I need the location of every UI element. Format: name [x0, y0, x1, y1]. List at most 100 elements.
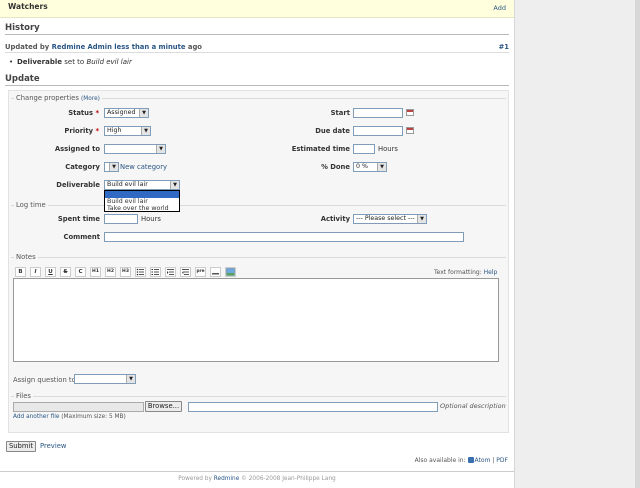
files-legend: Files	[14, 392, 33, 400]
deliverable-select[interactable]: Build evil lair ▼	[104, 180, 180, 190]
add-watcher-link[interactable]: Add	[493, 4, 506, 12]
chevron-down-icon: ▼	[126, 375, 135, 383]
assigned-to-label: Assigned to	[54, 145, 100, 153]
image-icon[interactable]	[225, 267, 236, 277]
log-time-fieldset: Log time	[11, 201, 506, 250]
chevron-down-icon: ▼	[139, 109, 148, 117]
preview-link[interactable]: Preview	[40, 442, 66, 450]
journal-author-link[interactable]: Redmine Admin	[52, 43, 112, 51]
assigned-to-select[interactable]: ▼	[104, 144, 166, 154]
file-path-input[interactable]	[13, 402, 144, 412]
estimated-time-input[interactable]	[353, 144, 375, 154]
journal-number-link[interactable]: #1	[499, 43, 509, 51]
calendar-icon[interactable]	[406, 127, 414, 134]
estimated-time-label: Estimated time	[291, 145, 350, 153]
atom-link[interactable]: Atom	[475, 457, 491, 464]
start-label: Start	[330, 109, 350, 117]
change-properties-legend: Change properties (More)	[14, 94, 102, 102]
dropdown-option-take-over-the-world[interactable]: Take over the world	[105, 205, 179, 212]
dropdown-option-blank[interactable]	[105, 191, 179, 198]
redmine-link[interactable]: Redmine	[214, 476, 240, 482]
h3-button[interactable]: H3	[120, 267, 131, 277]
spent-time-unit: Hours	[141, 215, 161, 223]
update-heading: Update	[5, 74, 509, 86]
status-select[interactable]: Assigned ▼	[104, 108, 149, 118]
italic-button[interactable]: I	[30, 267, 41, 277]
h2-button[interactable]: H2	[105, 267, 116, 277]
journal-suffix: ago	[187, 43, 202, 51]
quote-icon[interactable]	[165, 267, 176, 277]
journal-prefix: Updated by	[5, 43, 50, 51]
add-another-file-row: Add another file (Maximum size: 5 MB)	[13, 414, 126, 420]
watchers-title: Watchers	[8, 2, 48, 11]
activity-label: Activity	[320, 215, 350, 223]
due-date-input[interactable]	[353, 126, 403, 136]
pre-button[interactable]: pre	[195, 267, 206, 277]
spent-time-input[interactable]	[104, 214, 138, 224]
window-edge	[635, 0, 640, 488]
calendar-icon[interactable]	[406, 109, 414, 116]
help-link[interactable]: Help	[484, 269, 498, 276]
journal-detail: • Deliverable set to Build evil lair	[9, 58, 132, 66]
text-formatting-label: Text formatting: Help	[434, 269, 498, 276]
comment-input[interactable]	[104, 232, 464, 242]
code-button[interactable]: C	[75, 267, 86, 277]
dropdown-option-build-evil-lair[interactable]: Build evil lair	[105, 198, 179, 205]
max-size-text: (Maximum size: 5 MB)	[61, 414, 126, 420]
underline-button[interactable]: U	[45, 267, 56, 277]
done-label: % Done	[321, 163, 350, 171]
footer-divider	[0, 471, 514, 472]
category-select[interactable]: ▼	[104, 162, 119, 172]
footer: Powered by Redmine © 2006-2008 Jean-Phil…	[178, 476, 336, 482]
spent-time-label: Spent time	[57, 215, 100, 223]
sidebar-background	[514, 0, 640, 488]
chevron-down-icon: ▼	[141, 127, 150, 135]
detail-text: set to	[64, 58, 85, 66]
start-date-input[interactable]	[353, 108, 403, 118]
ol-icon[interactable]	[150, 267, 161, 277]
due-date-label: Due date	[315, 127, 350, 135]
bold-button[interactable]: B	[15, 267, 26, 277]
unquote-icon[interactable]	[180, 267, 191, 277]
file-description-input[interactable]	[188, 402, 438, 412]
comment-label: Comment	[63, 233, 100, 241]
more-link[interactable]: (More)	[81, 96, 100, 102]
detail-value: Build evil lair	[86, 58, 132, 66]
submit-button[interactable]: Submit	[6, 441, 36, 452]
new-category-link[interactable]: New category	[120, 163, 167, 171]
history-heading: History	[5, 23, 509, 35]
journal-time-link[interactable]: less than a minute	[114, 43, 185, 51]
chevron-down-icon: ▼	[156, 145, 165, 153]
add-another-file-link[interactable]: Add another file	[13, 414, 59, 420]
deliverable-label: Deliverable	[56, 181, 100, 189]
priority-label: Priority *	[64, 127, 99, 135]
done-ratio-select[interactable]: 0 % ▼	[353, 162, 387, 172]
bullet-icon: •	[9, 58, 14, 66]
journal-divider	[5, 52, 509, 53]
strike-button[interactable]: S	[60, 267, 71, 277]
main-content: Watchers Add History Updated by Redmine …	[0, 0, 514, 470]
feed-icon	[467, 457, 474, 463]
browse-button[interactable]: Browse...	[145, 401, 182, 412]
deliverable-dropdown-list[interactable]: Build evil lair Take over the world	[104, 190, 180, 212]
pdf-link[interactable]: PDF	[496, 457, 508, 464]
ul-icon[interactable]	[135, 267, 146, 277]
optional-description-label: Optional description	[440, 402, 506, 410]
journal-header: Updated by Redmine Admin less than a min…	[5, 43, 509, 51]
priority-select[interactable]: High ▼	[104, 126, 151, 136]
estimated-time-unit: Hours	[378, 145, 398, 153]
notes-legend: Notes	[14, 253, 38, 261]
watchers-box: Watchers Add	[0, 0, 514, 18]
notes-textarea[interactable]	[13, 278, 499, 362]
h1-button[interactable]: H1	[90, 267, 101, 277]
chevron-down-icon: ▼	[170, 181, 179, 189]
assign-question-label: Assign question to	[13, 376, 76, 384]
chevron-down-icon: ▼	[417, 215, 426, 223]
detail-field: Deliverable	[17, 58, 63, 66]
assign-question-select[interactable]: ▼	[74, 374, 136, 384]
status-label: Status *	[68, 109, 99, 117]
activity-select[interactable]: --- Please select --- ▼	[353, 214, 427, 224]
link-icon[interactable]	[210, 267, 221, 277]
also-available: Also available in: Atom | PDF	[414, 457, 508, 464]
chevron-down-icon: ▼	[109, 163, 118, 171]
